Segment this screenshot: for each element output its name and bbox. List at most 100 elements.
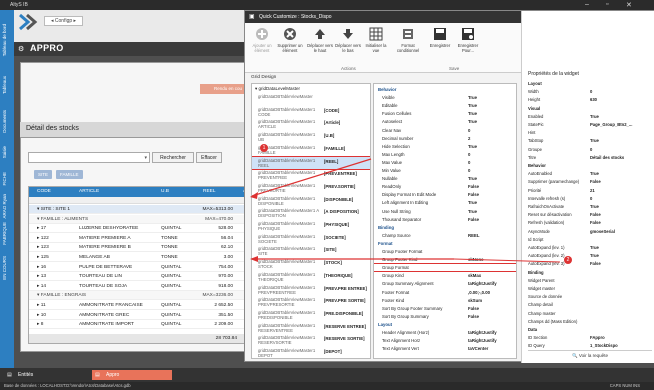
widget-property-value[interactable]: False — [590, 212, 601, 217]
property-value[interactable]: REEL — [468, 233, 479, 238]
col-reel[interactable]: REEL — [203, 189, 216, 194]
widget-property-row[interactable]: Source de donnée — [528, 294, 652, 300]
nav-tab-arao[interactable]: ARAO Ryan — [2, 194, 7, 219]
col-article[interactable]: ARTICLE — [79, 189, 99, 194]
widget-property-row[interactable]: Refresh (validation) False — [528, 220, 652, 226]
property-row[interactable]: Footer Kind skSum — [374, 297, 516, 304]
widget-property-row[interactable]: Champs dd (Mass Edition) — [528, 319, 652, 325]
tree-root[interactable]: ▾ gridDataLevelMaster — [255, 86, 300, 92]
widget-property-row[interactable]: Id Script — [528, 237, 652, 243]
tree-node[interactable]: gridDataDBTableViewMaster1 ARTICLE [Artic… — [252, 118, 370, 130]
tree-node[interactable]: gridDataDBTableViewMaster1 SOCIETE [SOCIE… — [252, 233, 370, 245]
table-row[interactable]: ▸ 11 AMMONITRATE FRANCAISE QUINTAL 2 652.50 — [29, 301, 257, 310]
tree-node[interactable]: gridDataDBTableViewMaster1 PHYSIQUE [PHYS… — [252, 220, 370, 232]
tree-node[interactable]: gridDataDBTableViewMaster1 PREDISPONIBLE… — [252, 309, 370, 321]
property-section[interactable]: Behavior — [374, 86, 516, 93]
widget-property-value[interactable]: True — [590, 138, 599, 143]
widget-property-section[interactable]: Binding — [528, 270, 652, 276]
tree-node[interactable]: gridDataDBTableViewMaster1 STOCK [STOCK] — [252, 258, 370, 270]
widget-property-row[interactable]: Height 630 — [528, 97, 652, 103]
tree-node[interactable]: gridDataDBTableViewMaster1 RESERVSORTIE [… — [252, 334, 370, 346]
widget-property-section[interactable]: Data — [528, 327, 652, 333]
property-value[interactable]: True — [468, 176, 477, 181]
widget-property-value[interactable]: gmoseSerial — [590, 229, 615, 234]
reset-view-button[interactable]: Initialiser la vue — [363, 27, 389, 53]
property-row[interactable]: Group Kind skMax — [374, 272, 516, 279]
widget-property-value[interactable]: Page_Group_Btn2_... — [590, 122, 632, 127]
property-value[interactable]: False — [468, 217, 479, 222]
taskbar-item-entites[interactable]: ▤ Entités — [4, 370, 39, 380]
widget-property-row[interactable]: Intervalle refresh (s) 0 — [528, 196, 652, 202]
tree-node[interactable]: gridDataDBTableViewMaster1 REEL [REEL] — [252, 155, 370, 170]
tree-node[interactable]: gridDataDBTableViewMaster1 CODE [CODE] — [252, 106, 370, 118]
group-row[interactable]: ▾ SITE : SITE 1 MAX=5313.00 — [29, 205, 257, 214]
table-row[interactable]: ▸ 10 AMMONITRATE GREC QUINTAL 351.50 — [29, 311, 257, 320]
chevron-down-icon[interactable]: ▾ — [144, 155, 147, 161]
nav-tab-fiche[interactable]: FICHE — [2, 172, 7, 186]
effacer-button[interactable]: Effacer — [196, 152, 222, 163]
move-down-button[interactable]: Déplacer vers le bas — [335, 27, 361, 53]
property-row[interactable]: ReadOnly False — [374, 183, 516, 190]
property-value[interactable]: True — [468, 95, 477, 100]
tree-node[interactable]: gridDataDBTableViewMaster1 FAMILLE [FAMIL… — [252, 144, 370, 156]
widget-property-row[interactable]: Widget master — [528, 286, 652, 292]
table-row[interactable]: ▸ 122 MATIERE PREMIERE A TONNE 56.04 — [29, 234, 257, 243]
widget-property-value[interactable]: False — [590, 261, 601, 266]
table-row[interactable]: ▸ 14 TOURTEAU DE SOJA QUINTAL 918.00 — [29, 282, 257, 291]
property-row[interactable]: Footer Format ,0.00;-,0.00 — [374, 289, 516, 296]
nav-tab-saisie[interactable]: Saisie — [2, 146, 7, 158]
breadcrumb-back-icon[interactable]: ◂ — [51, 18, 54, 24]
tree-node[interactable]: gridDataDBTableViewMaster1 A DISPOSITION… — [252, 207, 370, 219]
widget-property-value[interactable]: False — [590, 179, 601, 184]
property-value[interactable]: 2 — [468, 136, 470, 141]
close-window-icon[interactable]: ✕ — [626, 1, 632, 9]
property-value[interactable]: False — [468, 192, 479, 197]
table-row[interactable]: ▸ 16 PULPE DE BETTERAVE QUINTAL 754.00 — [29, 263, 257, 272]
property-row[interactable]: Visible True — [374, 94, 516, 101]
widget-property-row[interactable]: TabStop True — [528, 138, 652, 144]
widget-property-row[interactable]: Champ master — [528, 311, 652, 317]
nav-tab-dashboard[interactable]: Tableau de bord — [2, 24, 7, 56]
property-row[interactable]: Autoselect True — [374, 118, 516, 125]
property-value[interactable]: False — [468, 306, 479, 311]
tree-node[interactable]: gridDataDBTableViewMaster1 DISPONIBLE [DI… — [252, 195, 370, 207]
property-row[interactable]: Text Alignment Vert taVCenter — [374, 345, 516, 352]
property-value[interactable]: skSum — [468, 298, 482, 303]
property-row[interactable]: Sort By Group Footer Summary False — [374, 305, 516, 312]
property-row[interactable]: Group Format — [374, 263, 516, 273]
widget-property-value[interactable]: 1_StockDispo — [590, 343, 618, 348]
widget-property-value[interactable]: True — [590, 114, 599, 119]
widget-property-section[interactable]: Layout — [528, 81, 652, 87]
widget-property-row[interactable]: Enabled True — [528, 114, 652, 120]
widget-property-row[interactable]: Champ detail — [528, 302, 652, 308]
property-row[interactable]: Group Footer Format — [374, 248, 516, 255]
widget-property-section[interactable]: Behavior — [528, 163, 652, 169]
property-value[interactable]: False — [468, 314, 479, 319]
widget-property-value[interactable]: True — [590, 253, 599, 258]
tree-node[interactable]: gridDataDBTableViewMaster1 RESERVENTREE [… — [252, 322, 370, 334]
tree-node[interactable]: gridDataDBTableViewMaster1 THEORIQUE [THE… — [252, 271, 370, 283]
property-value[interactable]: True — [468, 119, 477, 124]
group-row[interactable]: ▾ FAMILLE : ENGRAIS MAX=3236.00 — [29, 291, 257, 301]
property-value[interactable]: 0 — [468, 168, 470, 173]
property-value[interactable]: taRightJustify — [468, 281, 497, 286]
tree-node[interactable]: gridDataDBTableViewMaster1 UB [U.B] — [252, 131, 370, 143]
minimize-icon[interactable]: – — [585, 1, 589, 8]
property-value[interactable]: True — [468, 103, 477, 108]
widget-property-row[interactable]: ID Query 1_StockDispo — [528, 343, 652, 349]
move-up-button[interactable]: Déplacer vers le haut — [307, 27, 333, 53]
property-value[interactable]: True — [468, 111, 477, 116]
save-for-button[interactable]: Enregistrer Pour... — [455, 27, 481, 53]
property-value[interactable]: skNone — [468, 257, 484, 262]
filter-combo[interactable]: ▾ — [28, 152, 150, 163]
widget-property-row[interactable]: StatePic Page_Group_Btn2_... — [528, 122, 652, 128]
widget-property-row[interactable]: AsyncMode gmoseSerial — [528, 229, 652, 235]
rechercher-button[interactable]: Rechercher — [152, 152, 194, 163]
widget-property-row[interactable]: Widget Parent — [528, 278, 652, 284]
view-query-button[interactable]: 🔍 Voir la requête — [528, 350, 652, 359]
property-value[interactable]: ,0.00;-,0.00 — [468, 290, 490, 295]
group-row[interactable]: ▾ FAMILLE : ALIMENTS MAX=470.00 — [29, 214, 257, 224]
property-row[interactable]: Max Length 0 — [374, 151, 516, 158]
property-row[interactable]: Editable True — [374, 102, 516, 109]
property-row[interactable]: Text Alignment Horz taRightJustify — [374, 337, 516, 344]
